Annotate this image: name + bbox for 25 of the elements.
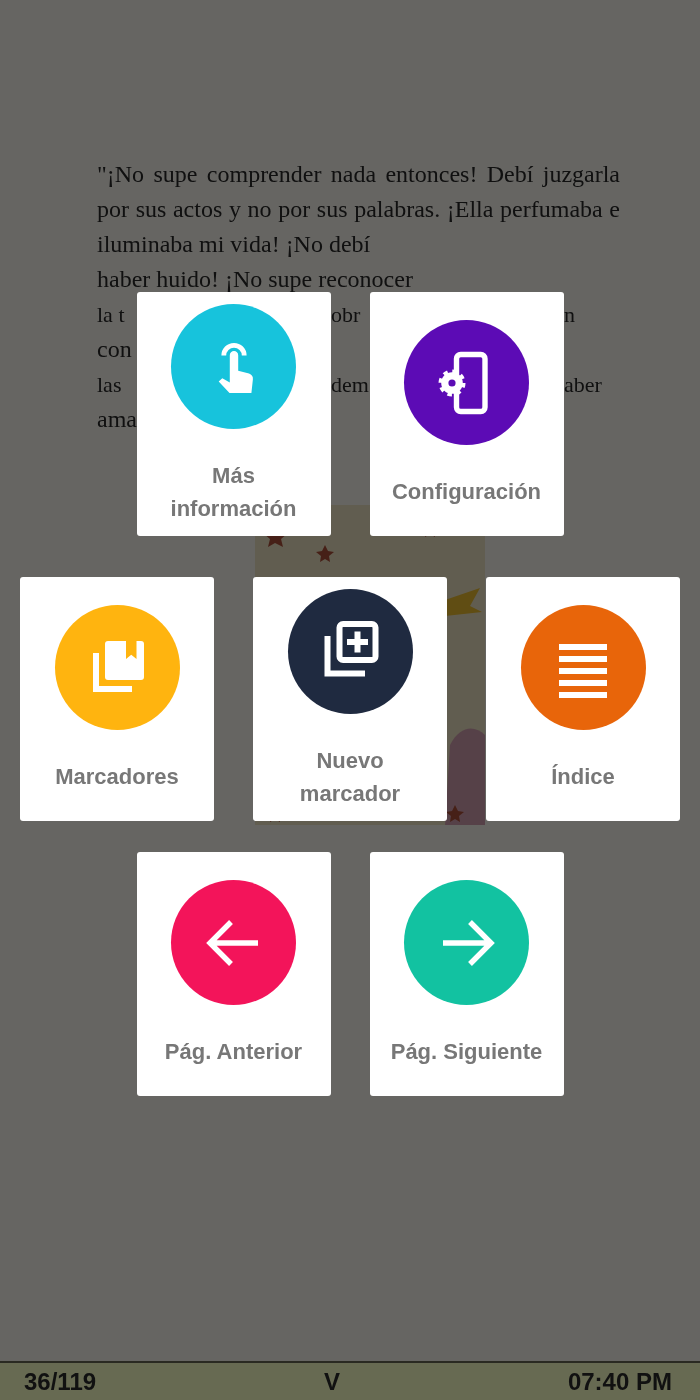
menu-button[interactable]: Nuevo marcador [253, 577, 447, 821]
menu-button[interactable]: Marcadores [20, 577, 214, 821]
book-text: la t [97, 301, 126, 329]
list-icon [559, 643, 607, 698]
book-text: ama [97, 405, 138, 434]
book-text: dem [331, 371, 368, 399]
add-bookmark-icon [324, 621, 379, 677]
book-text: las [97, 371, 123, 399]
menu-button[interactable]: Índice [486, 577, 680, 821]
arrow-left-icon [205, 918, 261, 967]
menu-button[interactable]: Pág. Siguiente [369, 852, 564, 1096]
book-text: haber huido! ¡No supe reconocer [97, 265, 414, 294]
menu-button[interactable]: Configuración [369, 292, 564, 536]
book-text: n [564, 301, 576, 329]
settings-phone-icon [438, 351, 488, 414]
page-counter: 36/119 [24, 1367, 97, 1396]
chapter-label: V [324, 1367, 340, 1396]
book-text: obr [331, 301, 362, 329]
clock-time: 07:40 PM [567, 1367, 672, 1396]
bookmarks-icon [93, 640, 144, 692]
book-text: con [97, 335, 133, 364]
menu-button[interactable]: Más información [136, 292, 331, 536]
book-text: aber [564, 371, 603, 399]
menu-button[interactable]: Pág. Anterior [136, 852, 331, 1096]
touch-icon [218, 343, 253, 393]
